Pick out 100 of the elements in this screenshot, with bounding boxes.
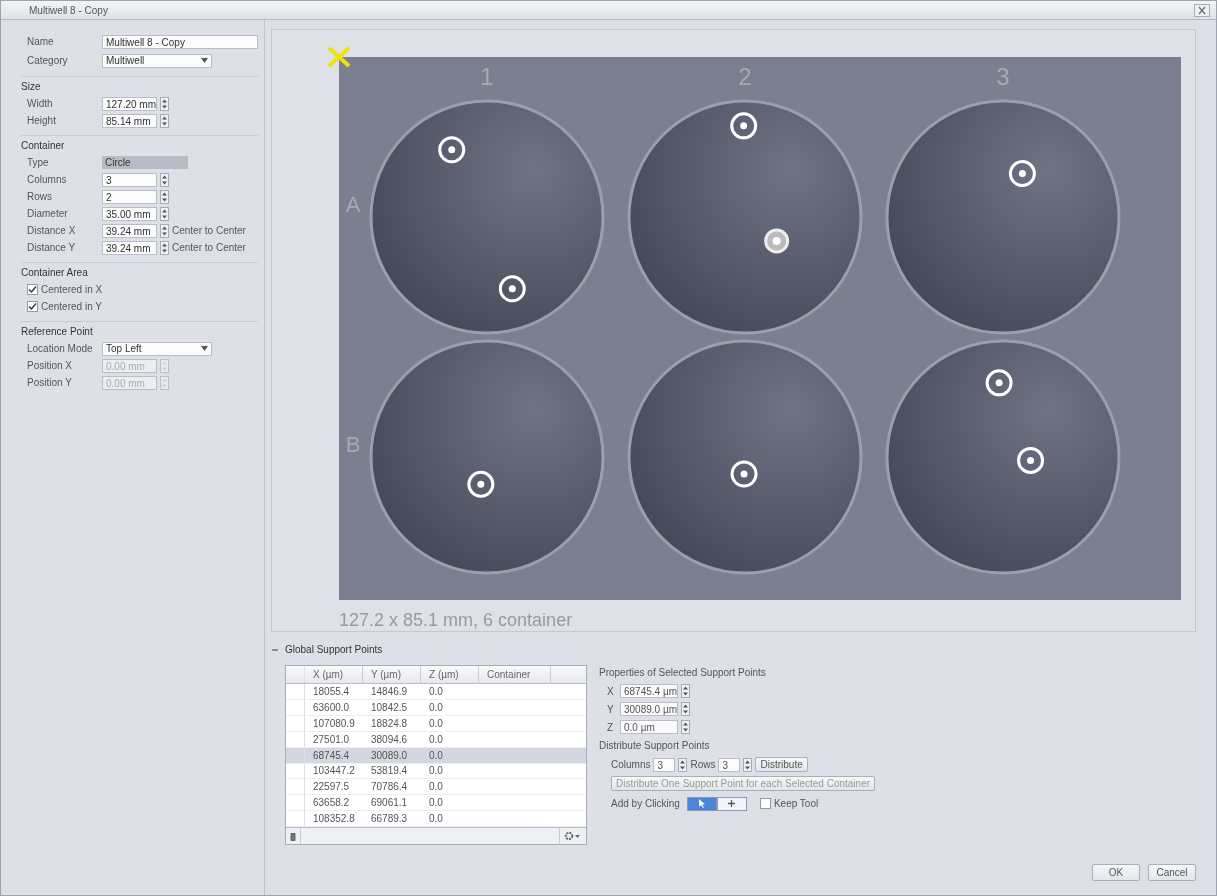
column-header[interactable]: Z (µm) xyxy=(421,666,479,683)
field-label: Distance Y xyxy=(27,242,77,253)
well[interactable] xyxy=(627,339,863,575)
field-label: Z xyxy=(607,721,615,733)
table-cell-text: 0.0 xyxy=(428,813,444,825)
table-row[interactable]: 107080.9 18824.8 0.0 xyxy=(286,715,586,732)
spin-field[interactable]: 3 xyxy=(718,757,741,772)
window-control-button[interactable] xyxy=(1194,3,1210,17)
table-cell-text: 0.0 xyxy=(428,685,444,697)
spin-field[interactable]: 39.24 mm xyxy=(102,223,157,238)
spin-field[interactable]: 68745.4 µm xyxy=(620,684,678,698)
spin-field[interactable]: 3 xyxy=(102,172,157,187)
table-cell-text: 70786.4 xyxy=(370,781,409,793)
spinner-arrows-icon[interactable] xyxy=(681,702,690,716)
spinner-arrows-icon[interactable] xyxy=(160,223,169,238)
spinner-arrows-icon[interactable] xyxy=(160,96,169,111)
field-label: Diameter xyxy=(27,208,69,219)
name-field[interactable]: Multiwell 8 - Copy xyxy=(102,34,258,49)
field-label: Height xyxy=(27,115,57,126)
field-label: Category xyxy=(27,55,69,66)
table-row[interactable]: 103447.2 53819.4 0.0 xyxy=(286,763,586,780)
dialog-button[interactable]: Cancel xyxy=(1148,864,1196,881)
spinner-arrows-icon[interactable] xyxy=(160,172,169,187)
table-cell-text: 0.0 xyxy=(428,717,444,729)
table-cell-text: 0.0 xyxy=(428,765,444,777)
spin-field[interactable]: 127.20 mm xyxy=(102,96,157,111)
table-row[interactable]: 27501.0 38094.6 0.0 xyxy=(286,731,586,748)
column-header[interactable]: Container xyxy=(479,666,551,683)
spin-field[interactable]: 30089.0 µm xyxy=(620,702,678,716)
spinner-arrows-icon[interactable] xyxy=(678,757,688,772)
spin-field[interactable]: 0.0 µm xyxy=(620,720,678,734)
table-cell-text: 0.0 xyxy=(428,797,444,809)
pointer-icon xyxy=(697,799,707,808)
close-icon xyxy=(1197,5,1207,15)
column-header[interactable]: X (µm) xyxy=(305,666,363,683)
table-row[interactable]: 22597.5 70786.4 0.0 xyxy=(286,779,586,796)
spin-field[interactable]: 2 xyxy=(102,189,157,204)
plate-dimensions-caption: 127.2 x 85.1 mm, 6 container xyxy=(339,610,574,631)
dropdown[interactable]: Top Left xyxy=(102,341,212,356)
distribute-button[interactable]: Distribute xyxy=(755,757,808,772)
well[interactable] xyxy=(369,339,605,575)
origin-cross-icon xyxy=(326,46,352,68)
table-cell-text: 14846.9 xyxy=(370,685,409,697)
field-label: Position X xyxy=(27,360,74,371)
add-mode-toggle[interactable] xyxy=(716,796,747,811)
field-label: Columns xyxy=(611,759,651,770)
field-label: Type xyxy=(27,157,50,168)
table-row[interactable]: 18055.4 14846.9 0.0 xyxy=(286,684,586,700)
dropdown[interactable]: Multiwell xyxy=(102,53,212,68)
table-cell-text: 38094.6 xyxy=(370,733,409,745)
spinner-arrows-icon[interactable] xyxy=(681,684,690,698)
section-title: Reference Point xyxy=(21,326,94,337)
spinner-arrows-icon[interactable] xyxy=(681,720,690,734)
keep-tool-checkbox-option[interactable]: Keep Tool xyxy=(749,795,819,812)
field-label: Width xyxy=(27,98,54,109)
column-header[interactable]: Y (µm) xyxy=(363,666,421,683)
field-label: Add by Clicking xyxy=(611,798,680,809)
table-cell-text: 0.0 xyxy=(428,749,444,761)
support-point-marker[interactable] xyxy=(764,228,790,254)
trash-icon xyxy=(290,831,296,841)
spinner-arrows-icon[interactable] xyxy=(160,113,169,128)
checkbox[interactable] xyxy=(759,798,771,809)
spin-field[interactable]: 39.24 mm xyxy=(102,240,157,255)
table-cell-text: 30089.0 xyxy=(370,749,409,761)
spinner-arrows-icon[interactable] xyxy=(160,189,169,204)
field-label: Columns xyxy=(27,174,68,185)
table-cell-text: 103447.2 xyxy=(312,765,356,777)
table-cell-text: 53819.4 xyxy=(370,765,409,777)
spinner-arrows-icon[interactable] xyxy=(160,206,169,221)
table-cell-text: 10842.5 xyxy=(370,701,409,713)
spin-field[interactable]: 35.00 mm xyxy=(102,206,157,221)
checkbox-option[interactable]: Centered in X xyxy=(21,281,258,298)
well[interactable] xyxy=(885,99,1121,335)
field-label: Location Mode xyxy=(27,343,94,354)
table-cell-text: 63600.0 xyxy=(312,701,351,713)
spin-field[interactable]: 3 xyxy=(653,757,676,772)
section-title: Properties of Selected Support Points xyxy=(599,667,767,678)
field-label: Rows xyxy=(690,759,716,770)
well[interactable] xyxy=(627,99,863,335)
spinner-arrows-icon[interactable] xyxy=(743,757,753,772)
dialog-button[interactable]: OK xyxy=(1092,864,1140,881)
table-cell-text: 0.0 xyxy=(428,781,444,793)
checkbox[interactable] xyxy=(27,301,38,312)
field-label: Name xyxy=(27,36,55,47)
settings-icon xyxy=(564,831,582,842)
table-row[interactable]: 63600.0 10842.5 0.0 xyxy=(286,699,586,716)
table-row[interactable]: 63658.2 69061.1 0.0 xyxy=(286,795,586,812)
checkbox[interactable] xyxy=(27,284,38,295)
field-label: Rows xyxy=(27,191,53,202)
caret-icon xyxy=(201,58,208,63)
add-mode-toggle[interactable] xyxy=(686,796,717,811)
table-cell-text: 22597.5 xyxy=(312,781,351,793)
spinner-arrows-icon[interactable] xyxy=(160,240,169,255)
checkbox-option[interactable]: Centered in Y xyxy=(21,298,258,315)
spin-field[interactable]: 85.14 mm xyxy=(102,113,157,128)
section-title: Distribute Support Points xyxy=(599,740,711,751)
window-title: Multiwell 8 - Copy xyxy=(29,4,108,16)
field-label: Distance X xyxy=(27,225,77,236)
field-note: Center to Center xyxy=(172,242,246,253)
field-label: X xyxy=(607,685,615,697)
